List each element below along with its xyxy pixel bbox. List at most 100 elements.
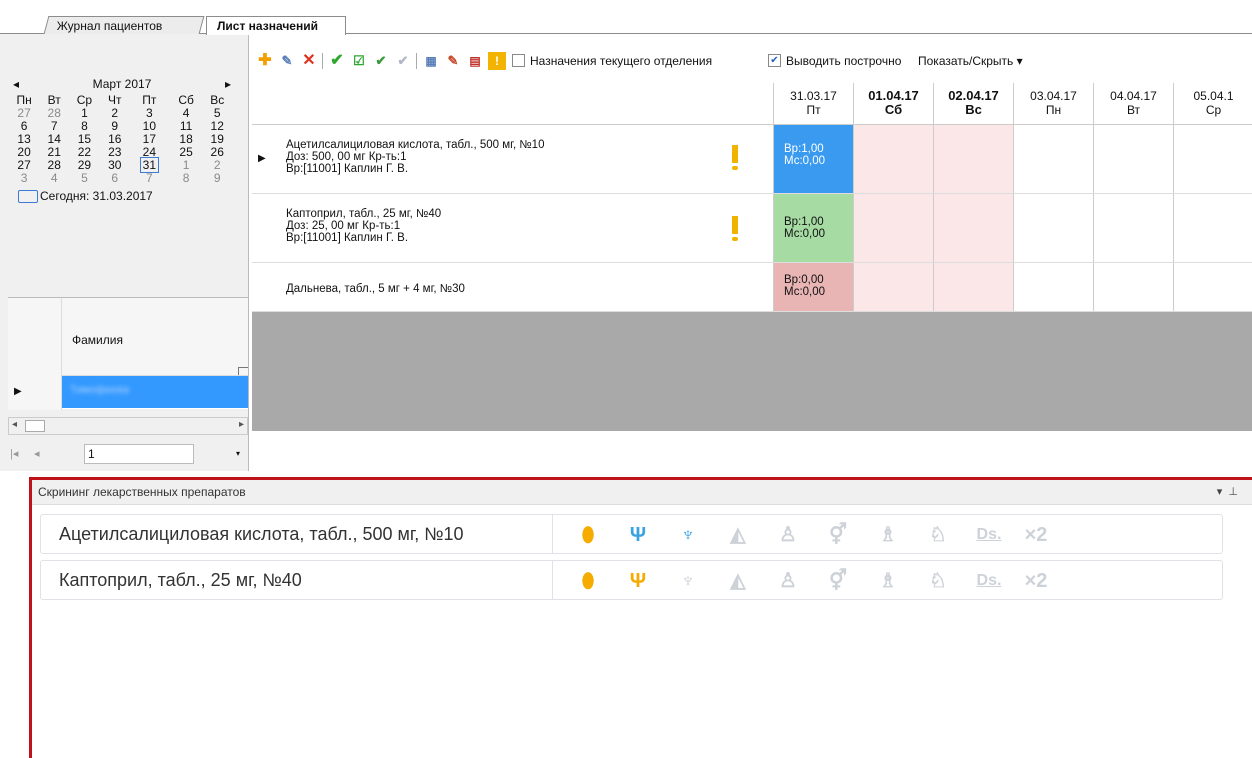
pregnancy-icon[interactable]: ♗ bbox=[875, 523, 901, 547]
drug-name: Каптоприл, табл., 25 мг, №40 bbox=[286, 208, 442, 220]
dose-cell[interactable] bbox=[1173, 125, 1252, 193]
prescription-row[interactable]: Дальнева, табл., 5 мг + 4 мг, №30 Вр:0,0… bbox=[252, 263, 1252, 312]
warning-icon[interactable] bbox=[732, 216, 738, 242]
pregnancy-icon[interactable]: ♗ bbox=[875, 569, 901, 593]
navigator-menu-icon[interactable]: ▾ bbox=[236, 449, 244, 458]
next-month-icon[interactable]: ▸ bbox=[220, 74, 236, 94]
filter-current-dept-checkbox[interactable]: Назначения текущего отделения bbox=[512, 54, 712, 70]
dose-info: Доз: 25, 00 мг Кр-ть:1 bbox=[286, 220, 401, 232]
dose-cell[interactable] bbox=[1013, 125, 1093, 193]
record-navigator: |◂ ◂ 1 ▾ bbox=[8, 441, 248, 467]
x2-icon[interactable]: ×2 bbox=[1019, 523, 1053, 547]
doctor-info: Вр:[11001] Каплин Г. В. bbox=[286, 163, 409, 175]
dose-cell[interactable] bbox=[933, 194, 1013, 262]
first-record-icon[interactable]: |◂ bbox=[10, 447, 18, 460]
dose-cell[interactable] bbox=[933, 125, 1013, 193]
calendar-day[interactable]: 3 bbox=[8, 172, 40, 185]
prescription-toolbar: ✚ ✎ ✕ ✔ ☑ ✔ ✔ ▦ ✎ ▤ ! Назначения текущег… bbox=[252, 48, 1252, 74]
date-column-header[interactable]: 01.04.17 Сб bbox=[853, 83, 933, 125]
calendar-copy-icon[interactable]: ▦ bbox=[422, 52, 440, 70]
sun-icon[interactable]: ◭ bbox=[725, 569, 751, 593]
schedule-icon[interactable]: ▤ bbox=[466, 52, 484, 70]
filter-corner-icon[interactable] bbox=[238, 367, 248, 375]
wine-glass-icon[interactable]: ♆ bbox=[675, 523, 701, 547]
pill-icon[interactable]: ⬮ bbox=[575, 523, 601, 547]
paint-icon[interactable]: ✎ bbox=[444, 52, 462, 70]
check-disabled-icon[interactable]: ✔ bbox=[394, 52, 412, 70]
x2-icon[interactable]: ×2 bbox=[1019, 569, 1053, 593]
column-header-label: Фамилия bbox=[72, 333, 123, 347]
calendar-day[interactable]: 4 bbox=[40, 172, 68, 185]
today-link[interactable]: Сегодня: 31.03.2017 bbox=[8, 187, 236, 205]
check-icon[interactable]: ✔ bbox=[328, 52, 346, 70]
dose-cell[interactable] bbox=[1093, 194, 1173, 262]
tab-patient-journal[interactable]: Журнал пациентов bbox=[43, 16, 205, 34]
wine-glass-icon[interactable]: ♆ bbox=[675, 569, 701, 593]
panel-menu-icon[interactable]: ▾ bbox=[1217, 486, 1223, 498]
patient-row-selected[interactable]: Тимофеева bbox=[62, 376, 248, 408]
dose-cell[interactable] bbox=[1093, 263, 1173, 311]
dose-cell[interactable] bbox=[933, 263, 1013, 311]
gender-icon[interactable]: ⚥ bbox=[825, 569, 851, 593]
warning-icon[interactable]: ! bbox=[488, 52, 506, 70]
date-column-header[interactable]: 03.04.17 Пн bbox=[1013, 83, 1093, 125]
warning-icon[interactable] bbox=[732, 145, 738, 171]
toolbar-separator bbox=[416, 53, 417, 69]
dose-cell[interactable]: Вр:1,00 Мс:0,00 bbox=[773, 194, 853, 262]
calendar-day[interactable]: 5 bbox=[68, 172, 100, 185]
dose-cell[interactable] bbox=[1173, 194, 1252, 262]
children-icon[interactable]: ♙ bbox=[775, 569, 801, 593]
per-line-checkbox[interactable]: ✔ Выводить построчно bbox=[768, 54, 901, 70]
drug-name: Ацетилсалициловая кислота, табл., 500 мг… bbox=[286, 139, 545, 151]
sun-icon[interactable]: ◭ bbox=[725, 523, 751, 547]
date-column-header[interactable]: 04.04.17 Вт bbox=[1093, 83, 1173, 125]
screening-drug-row[interactable]: Каптоприл, табл., 25 мг, №40 ⬮ Ψ ♆ ◭ ♙ ⚥… bbox=[40, 560, 1223, 600]
calendar-day[interactable]: 9 bbox=[202, 172, 232, 185]
patient-grid: Фамилия ▶ Тимофеева bbox=[8, 297, 248, 410]
screening-drug-row[interactable]: Ацетилсалициловая кислота, табл., 500 мг… bbox=[40, 514, 1223, 554]
dose-cell[interactable] bbox=[1173, 263, 1252, 311]
scroll-right-icon[interactable]: ▸ bbox=[239, 419, 244, 430]
dose-cell[interactable] bbox=[853, 263, 933, 311]
ds-icon[interactable]: Ds. bbox=[971, 569, 1007, 593]
dose-cell[interactable]: Вр:0,00 Мс:0,00 bbox=[773, 263, 853, 311]
gender-icon[interactable]: ⚥ bbox=[825, 523, 851, 547]
prescription-row[interactable]: ▶ Ацетилсалициловая кислота, табл., 500 … bbox=[252, 125, 1252, 194]
fork-knife-icon[interactable]: Ψ bbox=[625, 523, 651, 547]
elderly-icon[interactable]: ♘ bbox=[925, 523, 951, 547]
show-hide-dropdown[interactable]: Показать/Скрыть ▾ bbox=[918, 54, 1023, 68]
date-column-header[interactable]: 02.04.17 Вс bbox=[933, 83, 1013, 125]
dose-cell[interactable] bbox=[853, 125, 933, 193]
dose-cell[interactable] bbox=[853, 194, 933, 262]
calendar-day[interactable]: 6 bbox=[101, 172, 129, 185]
pin-icon[interactable]: ⊥ bbox=[1228, 486, 1238, 498]
date-column-header[interactable]: 31.03.17 Пт bbox=[773, 83, 853, 125]
calendar-day[interactable]: 8 bbox=[170, 172, 203, 185]
dose-cell[interactable] bbox=[1013, 194, 1093, 262]
check-all-icon[interactable]: ✔ bbox=[372, 52, 390, 70]
doctor-info: Вр:[11001] Каплин Г. В. bbox=[286, 232, 409, 244]
pill-icon[interactable]: ⬮ bbox=[575, 569, 601, 593]
horizontal-scrollbar[interactable]: ◂ ▸ bbox=[8, 417, 248, 435]
fork-knife-icon[interactable]: Ψ bbox=[625, 569, 651, 593]
dose-cell[interactable]: Вр:1,00 Мс:0,00 bbox=[773, 125, 853, 193]
prev-record-icon[interactable]: ◂ bbox=[34, 447, 40, 460]
scroll-left-icon[interactable]: ◂ bbox=[12, 419, 17, 430]
prescription-row[interactable]: Каптоприл, табл., 25 мг, №40 Доз: 25, 00… bbox=[252, 194, 1252, 263]
scroll-thumb[interactable] bbox=[25, 420, 45, 432]
date-column-header[interactable]: 05.04.1 Ср bbox=[1173, 83, 1252, 125]
prev-month-icon[interactable]: ◂ bbox=[8, 74, 24, 94]
dose-cell[interactable] bbox=[1093, 125, 1173, 193]
ds-icon[interactable]: Ds. bbox=[971, 523, 1007, 547]
tab-prescription-sheet[interactable]: Лист назначений bbox=[206, 16, 346, 35]
column-header-surname[interactable]: Фамилия bbox=[62, 298, 248, 376]
record-position-input[interactable]: 1 bbox=[84, 444, 194, 464]
children-icon[interactable]: ♙ bbox=[775, 523, 801, 547]
checklist-icon[interactable]: ☑ bbox=[350, 52, 368, 70]
edit-icon[interactable]: ✎ bbox=[278, 52, 296, 70]
add-icon[interactable]: ✚ bbox=[256, 52, 274, 70]
delete-icon[interactable]: ✕ bbox=[300, 52, 318, 70]
dose-cell[interactable] bbox=[1013, 263, 1093, 311]
elderly-icon[interactable]: ♘ bbox=[925, 569, 951, 593]
calendar-day[interactable]: 7 bbox=[129, 172, 170, 185]
